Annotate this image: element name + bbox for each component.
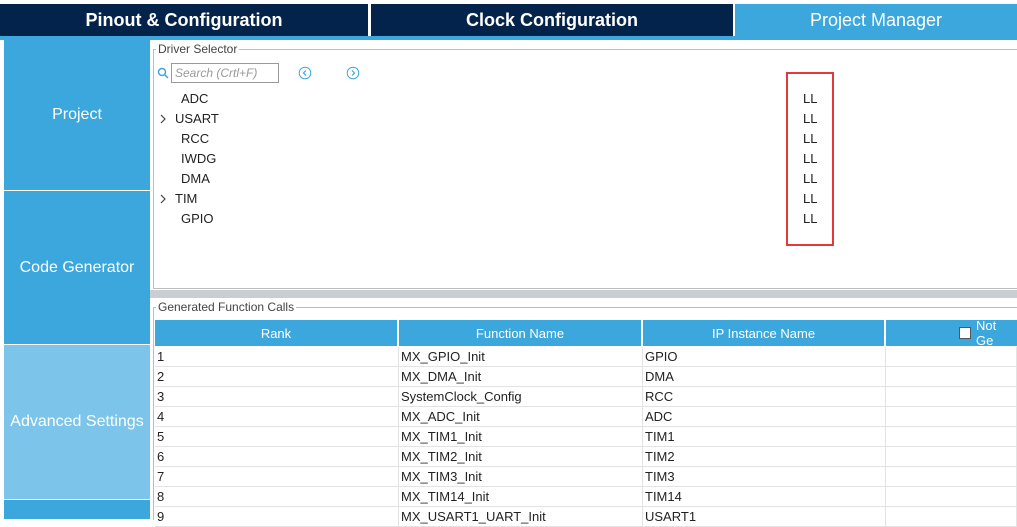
cell-ip-instance-name: TIM2 [643,447,886,467]
cell-function-name: MX_TIM3_Init [399,467,643,487]
tab-label: Pinout & Configuration [85,9,283,30]
cell-rank: 7 [155,467,399,487]
column-header-function-name[interactable]: Function Name [399,320,641,346]
driver-row-tim[interactable]: TIM [175,189,197,209]
tab-label: Clock Configuration [466,9,638,30]
cell-rank: 6 [155,447,399,467]
tab-pinout-configuration[interactable]: Pinout & Configuration [0,4,368,36]
driver-row-usart[interactable]: USART [175,109,219,129]
cell-ip-instance-name: TIM14 [643,487,886,507]
tab-label: Project Manager [809,9,943,30]
expand-chevron-icon[interactable] [158,189,168,209]
cell-not-generate[interactable] [886,347,1017,367]
tab-clock-configuration[interactable]: Clock Configuration [371,4,733,36]
cell-rank: 9 [155,507,399,527]
column-header-not-generate[interactable]: Not Ge [886,318,1017,348]
sidebar-item-extra[interactable] [4,500,150,519]
driver-selector-title: Driver Selector [156,42,240,56]
select-all-checkbox[interactable] [959,327,971,339]
driver-search-input[interactable] [171,63,279,83]
cell-ip-instance-name: GPIO [643,347,886,367]
cell-ip-instance-name: RCC [643,387,886,407]
cell-not-generate[interactable] [886,427,1017,447]
cell-function-name: MX_ADC_Init [399,407,643,427]
cell-rank: 3 [155,387,399,407]
tab-project-manager[interactable]: Project Manager [735,4,1017,36]
highlight-box [786,72,834,246]
cell-not-generate[interactable] [886,367,1017,387]
cell-function-name: SystemClock_Config [399,387,643,407]
column-header-rank[interactable]: Rank [155,320,397,346]
next-arrow-icon[interactable] [346,66,360,80]
project-manager-sidebar: Project Code Generator Advanced Settings [4,40,150,519]
driver-row-dma[interactable]: DMA [181,169,210,189]
sidebar-item-label: Project [52,106,102,123]
cell-not-generate[interactable] [886,387,1017,407]
cell-function-name: MX_USART1_UART_Init [399,507,643,527]
cell-function-name: MX_TIM14_Init [399,487,643,507]
sidebar-item-label: Advanced Settings [10,413,144,430]
cell-ip-instance-name: TIM1 [643,427,886,447]
cell-rank: 2 [155,367,399,387]
cell-function-name: MX_DMA_Init [399,367,643,387]
sidebar-item-label: Code Generator [19,258,135,276]
cell-ip-instance-name: DMA [643,367,886,387]
cell-rank: 1 [155,347,399,367]
previous-arrow-icon[interactable] [298,66,312,80]
column-header-ip-instance-name[interactable]: IP Instance Name [643,320,884,346]
sidebar-item-project[interactable]: Project [4,40,150,190]
panel-splitter[interactable] [150,290,1017,298]
cell-rank: 8 [155,487,399,507]
column-header-label: IP Instance Name [711,325,816,341]
sidebar-item-code-generator[interactable]: Code Generator [4,191,150,344]
cell-not-generate[interactable] [886,467,1017,487]
cell-function-name: MX_GPIO_Init [399,347,643,367]
cell-not-generate[interactable] [886,447,1017,467]
driver-row-iwdg[interactable]: IWDG [181,149,216,169]
column-header-label: Function Name [475,325,565,341]
cell-ip-instance-name: ADC [643,407,886,427]
main-tab-bar: Pinout & Configuration Clock Configurati… [0,0,1017,40]
driver-row-adc[interactable]: ADC [181,89,208,109]
cell-not-generate[interactable] [886,407,1017,427]
column-header-label: Rank [260,325,292,341]
cell-not-generate[interactable] [886,507,1017,527]
generated-function-calls-title: Generated Function Calls [156,300,297,314]
cell-rank: 5 [155,427,399,447]
sidebar-item-advanced-settings[interactable]: Advanced Settings [4,345,150,499]
driver-row-gpio[interactable]: GPIO [181,209,214,229]
driver-selector-group [153,49,1017,289]
cell-ip-instance-name: USART1 [643,507,886,527]
column-header-label: Not Ge [975,318,997,348]
search-icon [157,67,169,79]
expand-chevron-icon[interactable] [158,109,168,129]
cell-function-name: MX_TIM2_Init [399,447,643,467]
cell-not-generate[interactable] [886,487,1017,507]
driver-row-rcc[interactable]: RCC [181,129,209,149]
cell-function-name: MX_TIM1_Init [399,427,643,447]
cell-rank: 4 [155,407,399,427]
cell-ip-instance-name: TIM3 [643,467,886,487]
